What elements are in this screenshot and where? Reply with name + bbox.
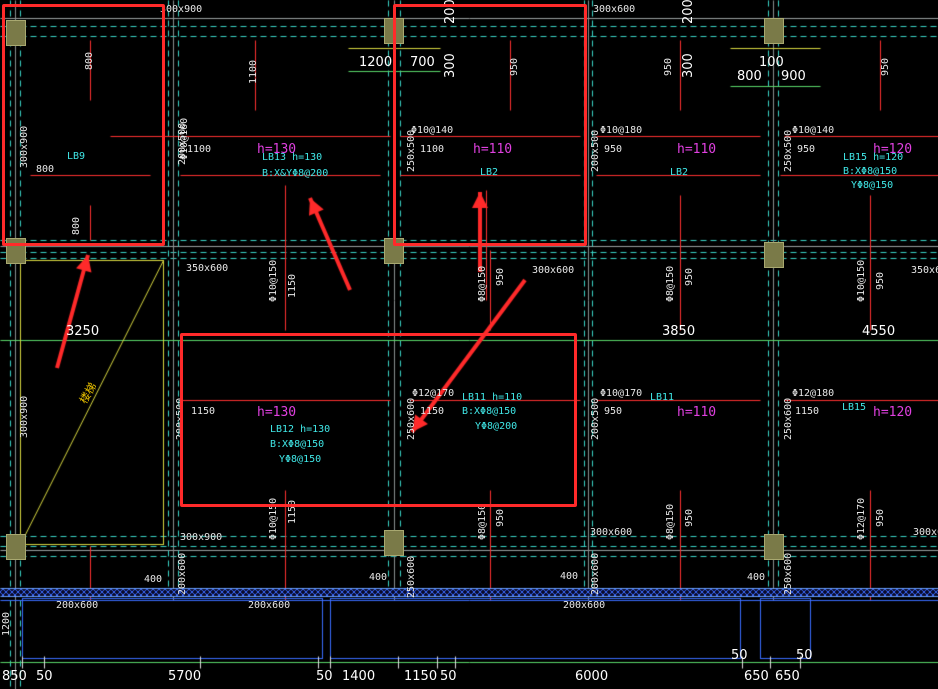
dimension: 1100 (248, 59, 259, 84)
dimension: 50 (731, 648, 748, 663)
dimension: 200 (681, 0, 696, 24)
rebar-label: Φ8@150 (477, 265, 488, 302)
beam-label: 350x600 (911, 265, 938, 276)
column (6, 534, 26, 560)
dimension: 950 (684, 267, 695, 286)
rebar-label: Φ8@150 (665, 503, 676, 540)
rebar-label: Φ8@150 (665, 265, 676, 302)
dimension: 950 (880, 57, 891, 76)
beam-label: 300x900 (160, 4, 203, 15)
dimension: 1150 (795, 406, 820, 417)
slab-thickness: h=120 (873, 405, 913, 420)
dimension: 400 (560, 571, 579, 582)
beam-label: 200x600 (248, 600, 291, 611)
dimension: 950 (495, 267, 506, 286)
rebar-label: Φ12@170 (856, 497, 867, 540)
dimension: 650 (744, 669, 769, 684)
dimension: 650 (775, 669, 800, 684)
slab-label: LB15 h=120 (843, 152, 904, 163)
beam-label: 200x600 (56, 600, 99, 611)
column (384, 530, 404, 556)
rebar-label: Φ10@180 (600, 125, 643, 136)
dimension: 50 (316, 669, 333, 684)
beam-label: 250x500 (783, 129, 794, 172)
dimension: 800 (737, 69, 762, 84)
dimension: 1150 (404, 669, 438, 684)
beam-label: 250x600 (406, 555, 417, 598)
beam-label: 300x600 (913, 527, 938, 538)
beam-label: 300x600 (532, 265, 575, 276)
beam-label: 200x500 (590, 397, 601, 440)
beam-label: 200x600 (563, 600, 606, 611)
dimension: 3850 (662, 324, 696, 339)
beam-label: 250x600 (783, 552, 794, 595)
beam-label: 200x500 (590, 129, 601, 172)
slab-label: LB13 h=130 (262, 152, 323, 163)
dimension: 950 (604, 406, 623, 417)
dimension: 1150 (287, 273, 298, 298)
dimension: 400 (144, 574, 163, 585)
beam-label: 300x600 (590, 527, 633, 538)
dimension: 300 (681, 53, 696, 78)
slab-thickness: h=110 (677, 142, 717, 157)
dimension: 1400 (342, 669, 376, 684)
slab-rebar: YΦ8@150 (851, 180, 894, 191)
beam-label: 350x600 (186, 263, 229, 274)
beam-label: 200x600 (590, 552, 601, 595)
rebar-label: Φ10@140 (792, 125, 835, 136)
dimension: 50 (36, 669, 53, 684)
rebar-label: Φ8@150 (477, 503, 488, 540)
dimension: 1200 (1, 611, 12, 636)
beam-label: 300x900 (19, 395, 30, 438)
dimension: 950 (875, 271, 886, 290)
column (764, 18, 784, 44)
dimension: 1200 (359, 55, 393, 70)
dimension: 950 (684, 508, 695, 527)
beam-label: 200x600 (177, 552, 188, 595)
beam-label: 300x600 (593, 4, 636, 15)
slab-rebar: B:X&YΦ8@200 (262, 168, 329, 179)
dimension: 4550 (862, 324, 896, 339)
dimension: 400 (747, 572, 766, 583)
dimension: 900 (781, 69, 806, 84)
dimension: 850 (2, 669, 27, 684)
dimension: 950 (604, 144, 623, 155)
slab-label: LB11 (650, 392, 675, 403)
slab-rebar: B:XΦ8@150 (843, 166, 898, 177)
rebar-label: Φ10@150 (268, 259, 279, 302)
dimension: 950 (663, 57, 674, 76)
dimension: 50 (796, 648, 813, 663)
dimension: 1100 (187, 144, 212, 155)
highlight-box-lb2 (393, 4, 587, 246)
dimension: 950 (797, 144, 816, 155)
dimension: 400 (369, 572, 388, 583)
dimension: 50 (440, 669, 457, 684)
column (764, 534, 784, 560)
dimension: 5700 (168, 669, 202, 684)
slab-thickness: h=110 (677, 405, 717, 420)
dimension: 100 (759, 55, 784, 70)
dimension: 6000 (575, 669, 609, 684)
beam-label: 250x600 (783, 397, 794, 440)
highlight-box-lb12-lb11 (180, 333, 577, 507)
dimension: 3250 (66, 324, 100, 339)
beam-label: 300x900 (180, 532, 223, 543)
column (764, 242, 784, 268)
slab-label: LB15 (842, 402, 867, 413)
rebar-label: Φ10@150 (856, 259, 867, 302)
slab-label: LB2 (670, 167, 689, 178)
rebar-label: Φ10@170 (600, 388, 643, 399)
rebar-label: Φ12@180 (792, 388, 835, 399)
dimension: 950 (875, 508, 886, 527)
dimension: 950 (495, 508, 506, 527)
highlight-box-lb9 (2, 4, 165, 246)
